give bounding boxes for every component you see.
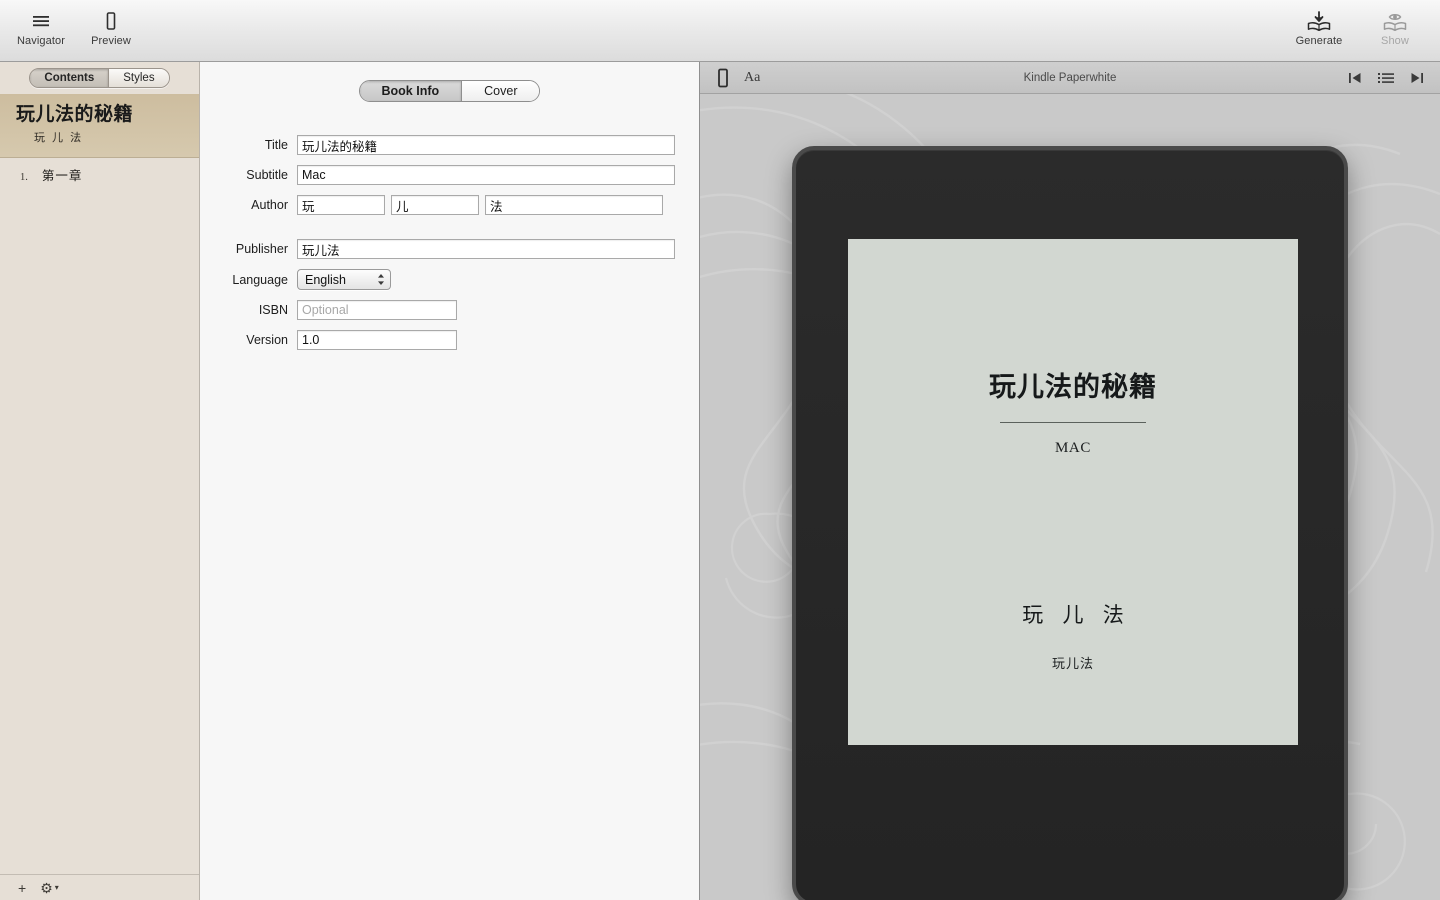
publisher-control <box>297 239 675 259</box>
chapter-number: 1. <box>20 171 28 183</box>
toolbar-right-group: Generate Show <box>1292 0 1440 47</box>
go-to-first-icon[interactable] <box>1348 71 1362 85</box>
sidebar-tab-contents[interactable]: Contents <box>30 69 109 87</box>
preview-panel: Aa Kindle Paperwhite 玩儿法的秘籍 MAC 玩 儿 法 玩儿… <box>700 62 1440 900</box>
book-download-icon <box>1306 9 1332 33</box>
gear-icon: ⚙ <box>40 879 53 896</box>
panel-tabs: Book Info Cover <box>358 80 541 102</box>
navigator-button-label: Navigator <box>17 35 65 47</box>
language-label: Language <box>232 272 288 287</box>
preview-toolbar: Aa Kindle Paperwhite <box>700 62 1440 94</box>
cover-subtitle: MAC <box>1055 440 1091 456</box>
stepper-chevrons-icon <box>377 273 385 286</box>
cover-title: 玩儿法的秘籍 <box>989 372 1157 402</box>
version-input[interactable] <box>297 330 457 350</box>
app-window: Navigator Preview Generate Show Contents… <box>0 0 1440 900</box>
isbn-input[interactable] <box>297 300 457 320</box>
device-icon <box>101 9 121 33</box>
preview-button[interactable]: Preview <box>84 9 138 47</box>
sidebar-bottom-bar: + ⚙ ▾ <box>0 874 199 900</box>
tab-cover[interactable]: Cover <box>461 81 540 101</box>
toolbar-left-group: Navigator Preview <box>0 0 138 47</box>
title-input[interactable] <box>297 135 675 155</box>
tab-book-info[interactable]: Book Info <box>359 81 462 101</box>
sidebar-mode-switcher: Contents Styles <box>0 62 199 94</box>
sidebar-document-row[interactable]: 玩儿法的秘籍 玩 儿 法 <box>0 94 199 158</box>
cover-divider <box>1000 422 1146 423</box>
isbn-label: ISBN <box>258 303 288 317</box>
subtitle-control <box>297 165 675 185</box>
sidebar-document-subtitle: 玩 儿 法 <box>34 131 84 144</box>
kindle-device-frame: 玩儿法的秘籍 MAC 玩 儿 法 玩儿法 <box>792 146 1348 900</box>
field-row-subtitle: Subtitle <box>200 165 699 185</box>
go-to-last-icon[interactable] <box>1410 71 1424 85</box>
add-item-button[interactable]: + <box>18 881 26 895</box>
sidebar: Contents Styles 玩儿法的秘籍 玩 儿 法 1. 第一章 + ⚙ … <box>0 62 200 900</box>
chapter-label: 第一章 <box>41 168 83 183</box>
generate-button[interactable]: Generate <box>1292 9 1346 47</box>
navigator-button[interactable]: Navigator <box>14 9 68 47</box>
book-eye-icon <box>1382 9 1408 33</box>
table-of-contents-icon[interactable] <box>1378 71 1394 85</box>
title-label: Title <box>264 138 288 152</box>
field-row-language: Language English <box>200 269 699 290</box>
main-toolbar: Navigator Preview Generate Show <box>0 0 1440 62</box>
chevron-down-icon: ▾ <box>54 883 59 892</box>
field-row-title: Title <box>200 135 699 155</box>
main-body: Contents Styles 玩儿法的秘籍 玩 儿 法 1. 第一章 + ⚙ … <box>0 62 1440 900</box>
language-select[interactable]: English <box>297 269 391 290</box>
list-item[interactable]: 1. 第一章 <box>0 162 199 187</box>
cover-author: 玩 儿 法 <box>1022 603 1131 627</box>
field-row-publisher: Publisher <box>200 239 699 259</box>
version-control <box>297 330 457 350</box>
subtitle-input[interactable] <box>297 165 675 185</box>
preview-stage: 玩儿法的秘籍 MAC 玩 儿 法 玩儿法 <box>700 94 1440 900</box>
font-size-button[interactable]: Aa <box>744 70 760 86</box>
device-icon[interactable] <box>716 68 730 88</box>
author-control <box>297 195 663 215</box>
show-button[interactable]: Show <box>1368 9 1422 47</box>
book-info-form: Title Subtitle Author <box>200 135 699 350</box>
publisher-label: Publisher <box>235 242 288 256</box>
field-row-version: Version <box>200 330 699 350</box>
author-last-name-input[interactable] <box>485 195 663 215</box>
isbn-control <box>297 300 457 320</box>
kindle-screen: 玩儿法的秘籍 MAC 玩 儿 法 玩儿法 <box>848 239 1298 745</box>
publisher-input[interactable] <box>297 239 675 259</box>
panel-tabs-wrapper: Book Info Cover <box>200 62 699 102</box>
form-spacer <box>200 225 699 239</box>
language-control: English <box>297 269 391 290</box>
field-row-isbn: ISBN <box>200 300 699 320</box>
hamburger-icon <box>31 9 51 33</box>
sidebar-document-title: 玩儿法的秘籍 <box>16 104 134 125</box>
book-info-panel: Book Info Cover Title Subtitle <box>200 62 700 900</box>
preview-device-name: Kindle Paperwhite <box>1023 71 1117 84</box>
author-label: Author <box>251 198 288 212</box>
preview-toolbar-right <box>1348 71 1424 85</box>
version-label: Version <box>246 333 288 347</box>
generate-button-label: Generate <box>1295 35 1343 47</box>
title-control <box>297 135 675 155</box>
preview-toolbar-left: Aa <box>716 68 760 88</box>
sidebar-segmented-control: Contents Styles <box>29 68 170 88</box>
language-selected-value: English <box>305 272 346 287</box>
chapter-list: 1. 第一章 <box>0 157 199 874</box>
preview-button-label: Preview <box>91 35 131 47</box>
author-first-name-input[interactable] <box>297 195 385 215</box>
cover-publisher: 玩儿法 <box>1051 656 1094 671</box>
show-button-label: Show <box>1381 35 1409 47</box>
author-middle-name-input[interactable] <box>391 195 479 215</box>
settings-menu-button[interactable]: ⚙ ▾ <box>40 881 59 895</box>
sidebar-tab-styles[interactable]: Styles <box>108 69 169 87</box>
subtitle-label: Subtitle <box>246 168 288 182</box>
field-row-author: Author <box>200 195 699 215</box>
